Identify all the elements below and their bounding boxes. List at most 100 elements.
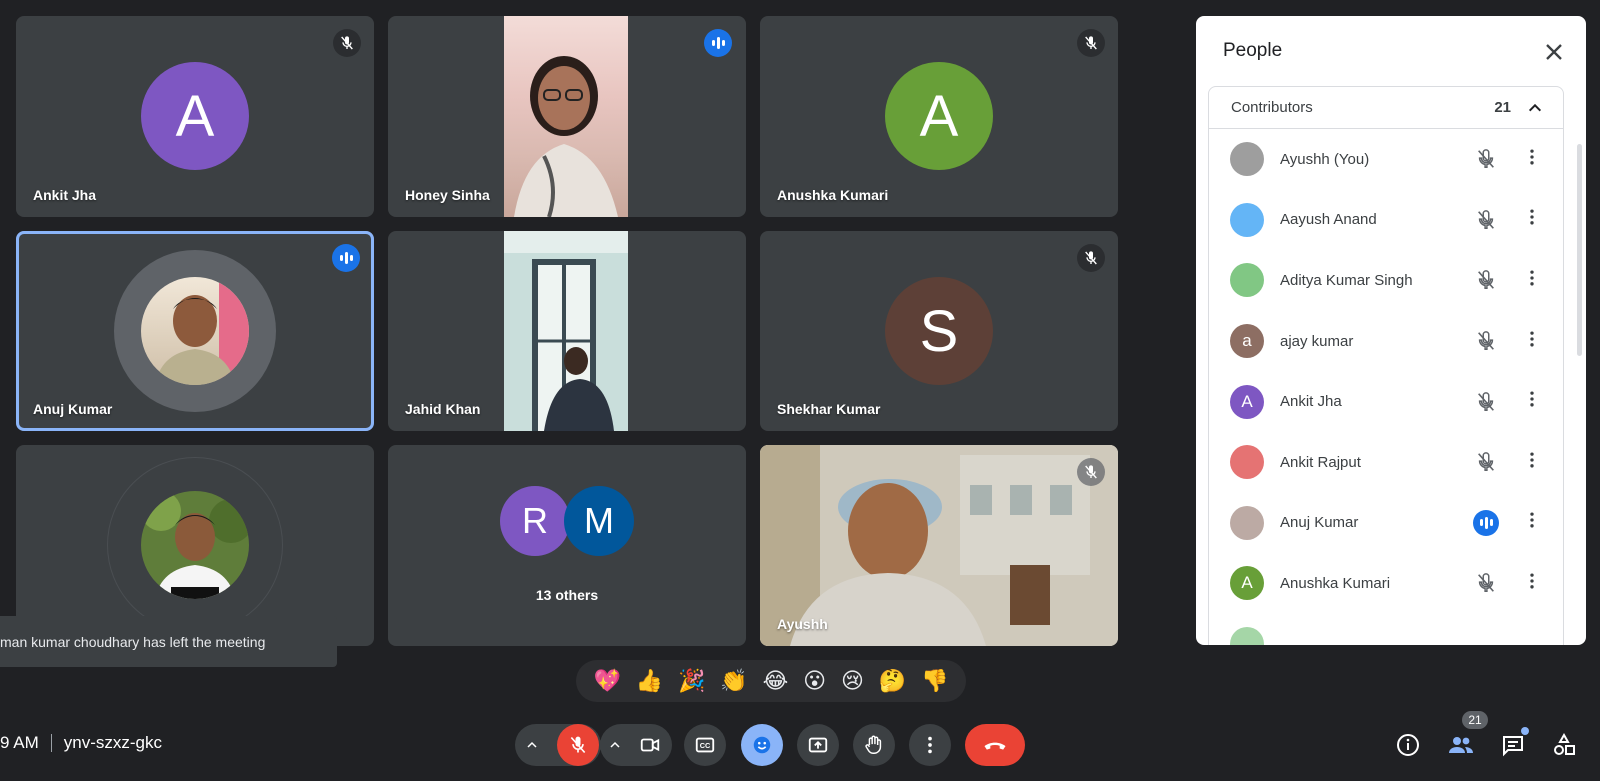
reaction-clapping[interactable]: 👏 — [720, 668, 747, 694]
participant-row[interactable] — [1209, 614, 1563, 645]
participant-tile-others[interactable]: R M 13 others — [388, 445, 746, 646]
audio-controls-group — [515, 724, 601, 766]
close-panel-button[interactable] — [1540, 38, 1568, 66]
reaction-thumbs-down[interactable]: 👎 — [921, 668, 948, 694]
more-vert-icon — [1522, 510, 1542, 535]
microphone-toggle-button[interactable] — [557, 724, 599, 766]
more-actions-button[interactable] — [1522, 570, 1542, 596]
smiley-icon — [753, 736, 771, 754]
more-vert-icon — [1522, 207, 1542, 232]
more-actions-button[interactable] — [1522, 146, 1542, 172]
avatar: a — [1230, 324, 1264, 359]
svg-text:CC: CC — [700, 741, 711, 750]
participant-name: ajay kumar — [1280, 332, 1354, 350]
participant-row[interactable]: A Ankit Jha — [1209, 371, 1563, 432]
participant-name: Anuj Kumar — [33, 401, 113, 417]
info-icon — [1397, 734, 1419, 756]
mic-off-icon — [570, 736, 586, 754]
participant-name: Anushka Kumari — [1280, 574, 1391, 592]
send-reaction-button[interactable] — [741, 724, 783, 766]
participant-name: Honey Sinha — [405, 187, 490, 203]
reaction-laughing[interactable]: 😂 — [763, 668, 789, 694]
captions-button[interactable]: CC — [684, 724, 726, 766]
participant-tile-jahid-khan[interactable]: Jahid Khan — [388, 231, 746, 431]
participant-tile-honey-sinha[interactable]: Honey Sinha — [388, 16, 746, 217]
more-actions-button[interactable] — [1522, 449, 1542, 475]
avatar — [141, 277, 249, 385]
avatar: A — [885, 62, 993, 170]
people-icon — [1449, 737, 1473, 753]
more-vert-icon — [1522, 389, 1542, 414]
participant-tile-shekhar-kumar[interactable]: S Shekhar Kumar — [760, 231, 1118, 431]
more-actions-button[interactable] — [1522, 207, 1542, 233]
reaction-crying[interactable]: 😢 — [841, 668, 864, 694]
camera-toggle-button[interactable] — [629, 724, 671, 766]
speaking-indicator-icon — [1473, 509, 1499, 536]
reaction-party-popper[interactable]: 🎉 — [678, 668, 705, 694]
mic-off-icon — [1473, 207, 1499, 233]
chevron-up-icon — [610, 741, 620, 748]
more-actions-button[interactable] — [1522, 510, 1542, 536]
participant-row[interactable]: A Anushka Kumari — [1209, 553, 1563, 614]
avatar: A — [1230, 384, 1264, 419]
contributors-section: Contributors 21 Ayushh (You) Aayush Anand… — [1208, 86, 1564, 645]
avatar: R — [500, 486, 570, 556]
mic-off-icon — [1473, 570, 1499, 596]
chevron-up-icon — [1528, 103, 1542, 111]
participant-name: Shekhar Kumar — [777, 401, 881, 417]
participant-row[interactable]: Aayush Anand — [1209, 190, 1563, 251]
reaction-thinking[interactable]: 🤔 — [879, 668, 906, 694]
avatar: M — [564, 486, 634, 556]
participant-name: Ayushh — [777, 616, 828, 632]
notification-text: man kumar choudhary has left the meeting — [0, 634, 266, 650]
participant-row[interactable]: Ayushh (You) — [1209, 129, 1563, 190]
participant-name: Ankit Jha — [33, 187, 97, 203]
avatar — [1230, 202, 1264, 237]
leave-call-button[interactable] — [965, 724, 1025, 766]
meeting-details-button[interactable] — [1394, 731, 1422, 759]
participant-row[interactable]: a ajay kumar — [1209, 311, 1563, 372]
chat-button[interactable] — [1499, 727, 1529, 759]
shapes-icon — [1554, 733, 1575, 755]
people-panel: People Contributors 21 Ayushh (You) Aayus… — [1196, 16, 1586, 645]
participant-name: Aayush Anand — [1280, 211, 1377, 229]
activities-button[interactable] — [1550, 731, 1578, 759]
mic-off-icon — [1077, 458, 1105, 486]
divider — [50, 734, 52, 752]
others-count-label: 13 others — [535, 587, 599, 603]
reaction-sparkling-heart[interactable]: 💖 — [593, 668, 620, 694]
avatar — [141, 491, 249, 599]
more-vert-icon — [1522, 571, 1542, 596]
avatar — [1230, 627, 1264, 645]
present-screen-button[interactable] — [797, 724, 839, 766]
meeting-time: 9 AM — [0, 733, 39, 752]
video-controls-group — [600, 724, 672, 766]
more-vert-icon — [1522, 268, 1542, 293]
scrollbar[interactable] — [1577, 144, 1582, 356]
participant-tile-anushka-kumari[interactable]: A Anushka Kumari — [760, 16, 1118, 217]
participant-row[interactable]: Aditya Kumar Singh — [1209, 250, 1563, 311]
reaction-thumbs-up[interactable]: 👍 — [636, 668, 663, 694]
contributors-header[interactable]: Contributors 21 — [1209, 87, 1563, 129]
audio-options-button[interactable] — [517, 724, 547, 766]
more-options-button[interactable] — [909, 724, 951, 766]
more-actions-button[interactable] — [1522, 389, 1542, 415]
raise-hand-button[interactable] — [853, 724, 895, 766]
participant-tile-ayushh[interactable]: Ayushh — [760, 445, 1118, 646]
more-actions-button[interactable] — [1522, 328, 1542, 354]
reaction-surprised[interactable]: 😮 — [803, 668, 826, 694]
participant-tile-anuj-kumar[interactable]: Anuj Kumar — [16, 231, 374, 431]
video-options-button[interactable] — [601, 724, 629, 766]
mic-off-icon — [1473, 328, 1499, 354]
unread-dot — [1521, 727, 1529, 735]
participant-count-badge: 21 — [1462, 711, 1488, 729]
participant-tile-ankit-jha[interactable]: A Ankit Jha — [16, 16, 374, 217]
people-button[interactable] — [1447, 731, 1475, 759]
participant-row[interactable]: Anuj Kumar — [1209, 493, 1563, 554]
more-actions-button[interactable] — [1522, 267, 1542, 293]
more-vert-icon — [1522, 329, 1542, 354]
mic-off-icon — [1473, 267, 1499, 293]
participant-row[interactable]: Ankit Rajput — [1209, 432, 1563, 493]
closed-captions-icon: CC — [695, 737, 715, 753]
section-title: Contributors — [1231, 99, 1313, 116]
